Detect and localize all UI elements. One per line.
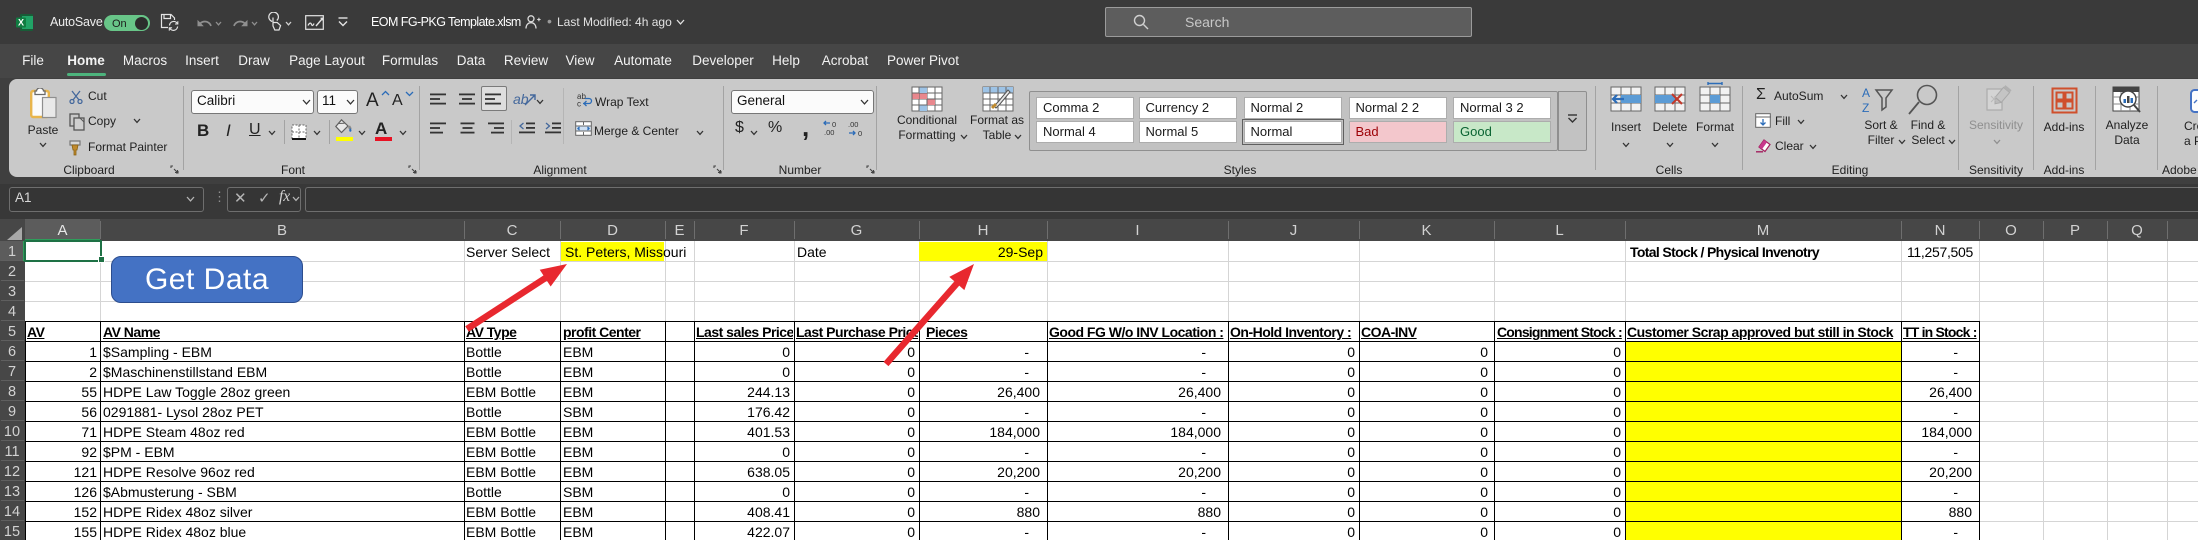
svg-text:Z: Z [1862, 101, 1869, 114]
svg-text:A: A [1862, 86, 1870, 100]
svg-text:X: X [18, 18, 24, 28]
svg-text:0: 0 [858, 129, 862, 137]
svg-text:c: c [577, 100, 581, 108]
svg-text:.00: .00 [824, 128, 834, 137]
svg-text:.00: .00 [848, 120, 858, 129]
